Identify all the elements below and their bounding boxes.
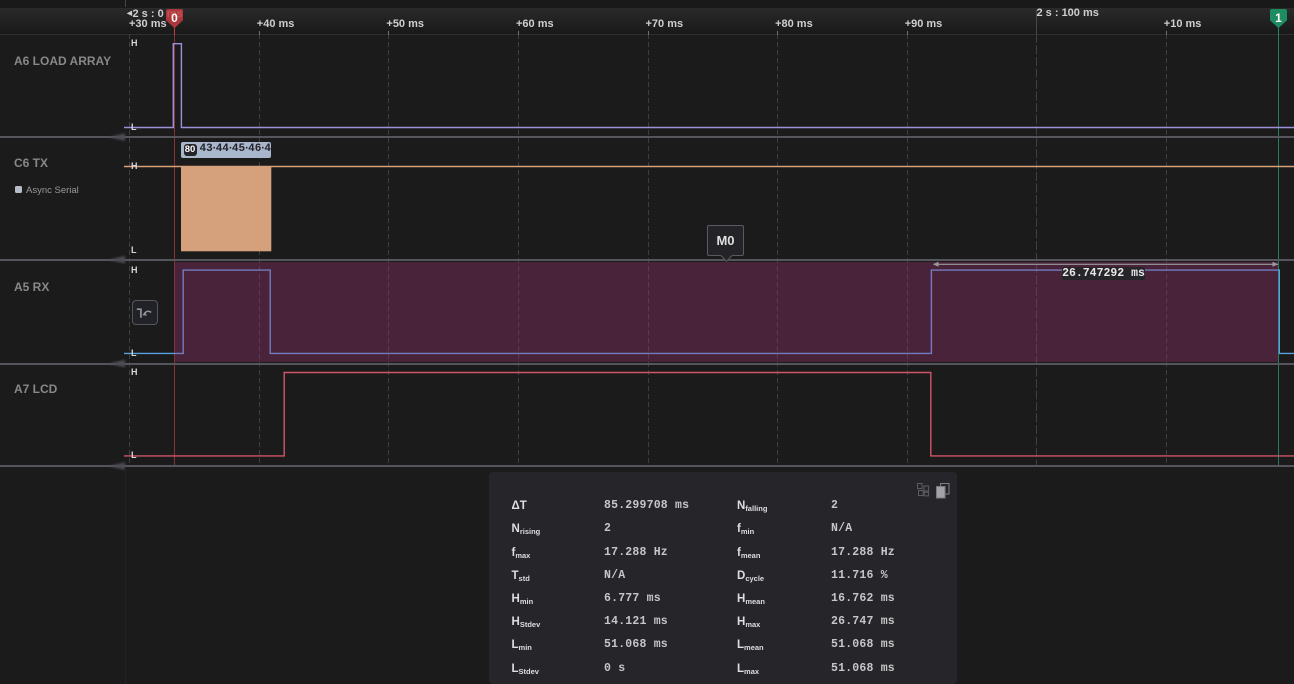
- svg-text:0: 0: [172, 11, 179, 25]
- svg-text:1: 1: [1275, 11, 1282, 25]
